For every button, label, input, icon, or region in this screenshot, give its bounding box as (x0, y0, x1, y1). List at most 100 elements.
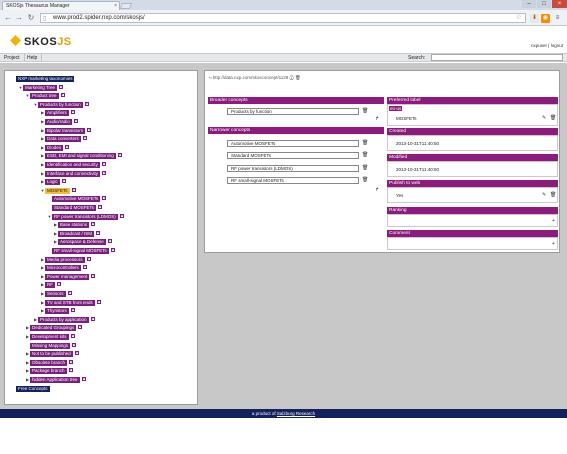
add-child-icon[interactable] (70, 307, 75, 313)
remove-narrower-icon[interactable]: 🗑 (362, 152, 368, 158)
add-ranking-icon[interactable]: + (552, 218, 555, 224)
concept-uri[interactable]: http://data.nxp.com/skosconcept/1129 (213, 75, 288, 80)
forward-arrow-icon[interactable]: → (14, 13, 24, 23)
new-tab-button[interactable] (119, 3, 133, 9)
tree-node[interactable]: ▶ RF (40, 281, 61, 289)
add-child-icon[interactable] (73, 118, 78, 124)
add-child-icon[interactable] (69, 359, 74, 365)
add-child-icon[interactable] (72, 342, 77, 348)
tree-node[interactable]: ▼ Product tree (25, 92, 65, 100)
tree-node[interactable]: ▶ Sensors (40, 290, 72, 297)
tree-node[interactable]: ▶ Diodes (40, 144, 70, 151)
menu-help[interactable]: Help (23, 54, 43, 62)
tree-node-label[interactable]: ESD, EMI and signal conditioning (45, 153, 116, 160)
tree-node[interactable]: Standard MOSFETs (47, 204, 103, 211)
tree-node[interactable]: Missing Mappings (25, 342, 77, 349)
tree-node-label[interactable]: Logic (45, 179, 60, 186)
add-child-icon[interactable] (91, 273, 96, 279)
address-bar[interactable]: ▯ www.prod2.spider.nxp.com/skosjs/ ☆ (40, 13, 526, 23)
narrower-concept-item[interactable]: Standard MOSFETs (227, 152, 359, 159)
tree-node-label[interactable]: Marketing Tree (23, 84, 58, 91)
add-child-icon[interactable] (68, 367, 73, 373)
add-child-icon[interactable] (61, 178, 66, 184)
add-child-icon[interactable] (70, 333, 75, 339)
add-child-icon[interactable] (96, 299, 101, 305)
remove-narrower-icon[interactable]: 🗑 (362, 177, 368, 183)
add-child-icon[interactable] (57, 281, 61, 287)
tree-node[interactable]: ▼ Marketing Tree (18, 84, 64, 91)
tree-node-label[interactable]: RF small-signal MOSFETs (52, 248, 109, 254)
tree-node[interactable]: ▶ Identification and security (40, 161, 106, 168)
back-arrow-icon[interactable]: ← (3, 13, 13, 23)
tree-node[interactable]: ▶ hidden Application tree (25, 376, 86, 383)
salzburg-research-link[interactable]: Salzburg Research (277, 411, 315, 416)
menu-icon[interactable]: ≡ (553, 14, 562, 23)
browser-tab[interactable]: SKOSjs Thesaurus Manager × (2, 1, 120, 10)
tree-node[interactable]: Automotive MOSFETs (47, 195, 107, 203)
add-child-icon[interactable] (82, 264, 87, 270)
tree-node-label[interactable]: NXP marketing taxonomies (16, 76, 75, 82)
remove-narrower-icon[interactable]: 🗑 (362, 140, 368, 146)
tree-node[interactable]: ▼ RF power transistors (LDMOS) (47, 213, 124, 220)
add-child-icon[interactable] (98, 204, 103, 210)
add-comment-icon[interactable]: + (552, 241, 555, 247)
tree-node[interactable]: ▶ ESD, EMI and signal conditioning (40, 152, 122, 160)
tree-node-label[interactable]: Power management (45, 273, 90, 280)
remove-narrower-icon[interactable]: 🗑 (362, 165, 368, 171)
reload-icon[interactable]: ↻ (26, 13, 36, 23)
add-child-icon[interactable] (90, 316, 95, 322)
tree-node[interactable]: ▶ Aerospace & Defense (53, 238, 112, 246)
share-icon[interactable]: ⤷ (209, 75, 212, 80)
tree-node[interactable]: ▶ Media processors (40, 256, 91, 263)
tree-node[interactable]: ▶ Obsolete branch (25, 359, 74, 366)
add-child-icon[interactable] (81, 376, 86, 382)
tree-node-label[interactable]: Development kits (30, 334, 69, 340)
add-child-icon[interactable] (86, 256, 91, 262)
logout-link[interactable]: logout (551, 43, 563, 48)
tree-root-node[interactable]: Free Concepts (11, 385, 50, 392)
tree-node-label[interactable]: Thyristors (45, 308, 69, 315)
tree-node-label[interactable]: Amplifiers (45, 110, 69, 117)
tree-node-label[interactable]: Base stations (58, 222, 90, 229)
add-narrower-arrow-icon[interactable]: ↱ (375, 187, 379, 193)
tree-node[interactable]: RF small-signal MOSFETs (47, 247, 115, 254)
narrower-concept-item[interactable]: RF small-signal MOSFETs (227, 177, 359, 184)
tree-node[interactable]: ▼ Products by function (33, 101, 89, 108)
tree-node-label[interactable]: Products by application (38, 316, 89, 323)
tree-node-label[interactable]: Bipolar transistors (45, 127, 86, 134)
tree-node[interactable]: ▶ Audio/radio (40, 118, 78, 125)
add-child-icon[interactable] (70, 109, 75, 115)
tree-node[interactable]: ▼ MOSFETs (40, 187, 76, 194)
tree-node-label[interactable]: Dedicated Groupings (30, 325, 77, 332)
tree-node-label[interactable]: Sensors (45, 291, 66, 297)
tree-node-label[interactable]: Identification and security (45, 162, 100, 168)
tree-node-label[interactable]: Data converters (45, 136, 81, 143)
tree-node[interactable]: ▶ Data converters (40, 135, 87, 143)
add-child-icon[interactable] (60, 92, 65, 98)
extension-icon[interactable]: ⬇ (530, 14, 539, 23)
bookmark-star-icon[interactable]: ☆ (516, 14, 522, 22)
tree-node[interactable]: ▶ Interface and connectivity (40, 170, 107, 177)
tree-node[interactable]: ▶ Dedicated Groupings (25, 324, 83, 332)
add-child-icon[interactable] (102, 195, 107, 201)
add-child-icon[interactable] (74, 350, 79, 356)
tree-node[interactable]: ▶ Development kits (25, 333, 75, 340)
search-input[interactable] (431, 54, 563, 61)
tree-node[interactable]: ▶ Thyristors (40, 307, 75, 315)
remove-broader-icon[interactable]: 🗑 (362, 108, 368, 114)
tree-node-label[interactable]: RF power transistors (LDMOS) (52, 213, 118, 220)
tree-node-label[interactable]: Package branch (30, 368, 67, 375)
tree-node-label[interactable]: Media processors (45, 256, 85, 263)
tree-node-label[interactable]: Aerospace & Defense (58, 239, 106, 246)
tree-node-label[interactable]: Free Concepts (16, 385, 50, 392)
tree-node-label[interactable]: RF (45, 282, 55, 289)
tree-node[interactable]: ▶ Amplifiers (40, 109, 75, 117)
tree-node-label[interactable]: Automotive MOSFETs (52, 196, 101, 203)
tree-node[interactable]: ▶ Logic (40, 178, 66, 186)
broader-concept-item[interactable]: Products by function (227, 108, 359, 115)
tree-node[interactable]: ▶ Bipolar transistors (40, 127, 92, 134)
rss-icon[interactable]: ◉ (541, 14, 550, 23)
tree-node[interactable]: ▶ Microcontrollers (40, 264, 87, 272)
tree-node-label[interactable]: TV and STB front ends (45, 299, 95, 306)
tree-node[interactable]: ▶ Power management (40, 273, 96, 280)
